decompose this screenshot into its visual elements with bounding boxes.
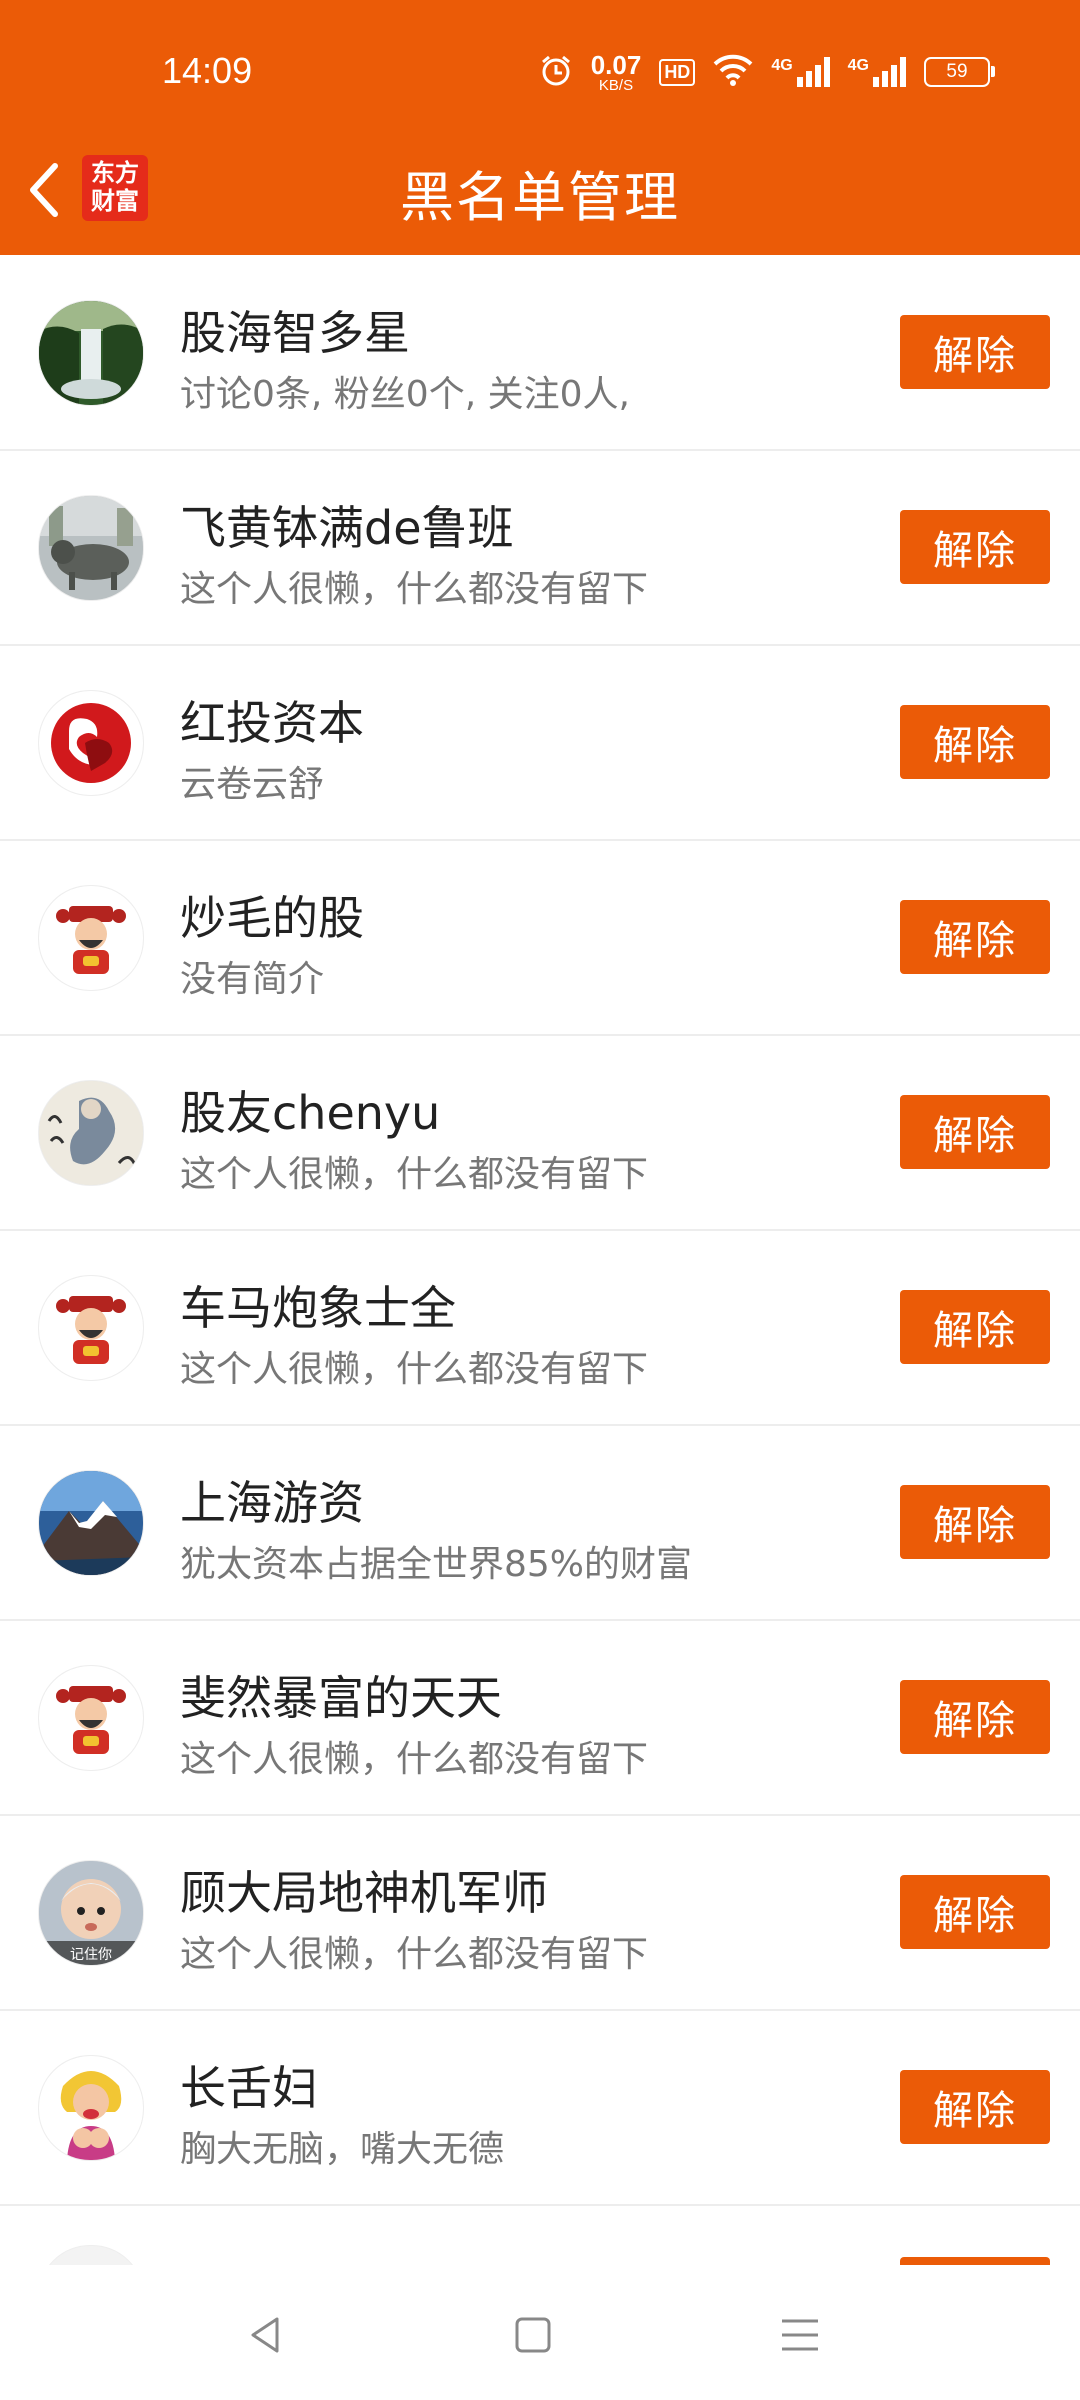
user-name: 炒毛的股 bbox=[180, 891, 364, 945]
square-home-icon bbox=[515, 2317, 551, 2353]
unblock-button[interactable]: 解除 bbox=[900, 1680, 1050, 1754]
avatar-snow-mountain bbox=[38, 1470, 144, 1576]
list-item: 红投资本 云卷云舒 解除 bbox=[0, 645, 1080, 841]
list-item: 车马炮象士全 这个人很懒，什么都没有留下 解除 bbox=[0, 1230, 1080, 1426]
user-name: 股友chenyu bbox=[180, 1086, 441, 1140]
user-description: 胸大无脑，嘴大无德 bbox=[180, 2129, 505, 2170]
user-name: 股海智多星 bbox=[180, 306, 410, 360]
user-name: 上海游资 bbox=[180, 1476, 364, 1530]
unblock-button[interactable]: 解除 bbox=[900, 705, 1050, 779]
user-name: 顾大局地神机军师 bbox=[180, 1866, 548, 1920]
user-description: 这个人很懒，什么都没有留下 bbox=[180, 1739, 649, 1780]
list-item: 炒毛的股 没有简介 解除 bbox=[0, 840, 1080, 1036]
unblock-button[interactable]: 解除 bbox=[900, 510, 1050, 584]
system-navigation-bar bbox=[0, 2265, 1080, 2400]
unblock-button[interactable]: 解除 bbox=[900, 1290, 1050, 1364]
nav-home-button[interactable] bbox=[503, 2305, 563, 2365]
user-name: 车马炮象士全 bbox=[180, 1281, 456, 1335]
list-item: 股友chenyu 这个人很懒，什么都没有留下 解除 bbox=[0, 1035, 1080, 1231]
alarm-icon bbox=[539, 53, 573, 92]
unblock-button[interactable]: 解除 bbox=[900, 1875, 1050, 1949]
user-description: 讨论0条, 粉丝0个, 关注0人, bbox=[180, 374, 630, 415]
user-name: 飞黄钵满de鲁班 bbox=[180, 501, 514, 555]
list-item: 股海智多星 讨论0条, 粉丝0个, 关注0人, 解除 bbox=[0, 255, 1080, 451]
network-speed: 0.07 KB/S bbox=[590, 49, 642, 94]
signal-icon-sim1: 4G bbox=[771, 57, 830, 87]
unblock-button[interactable]: 解除 bbox=[900, 1095, 1050, 1169]
avatar-cartoon-lady bbox=[38, 2055, 144, 2161]
avatar-caption: 记住你 bbox=[70, 1947, 112, 1963]
menu-lines-icon bbox=[782, 2319, 818, 2351]
blocked-user-list-continued: 车马炮象士全 这个人很懒，什么都没有留下 解除 上海游资 犹太资本占据全世界85… bbox=[0, 1230, 1080, 2240]
user-description: 这个人很懒，什么都没有留下 bbox=[180, 1934, 649, 1975]
avatar-fortune-god bbox=[38, 1665, 144, 1771]
list-item: 上海游资 犹太资本占据全世界85%的财富 解除 bbox=[0, 1425, 1080, 1621]
user-description: 这个人很懒，什么都没有留下 bbox=[180, 1154, 649, 1195]
nav-menu-button[interactable] bbox=[770, 2305, 830, 2365]
partial-button[interactable] bbox=[900, 2257, 1050, 2265]
user-description: 犹太资本占据全世界85%的财富 bbox=[180, 1544, 693, 1585]
list-item: 长舌妇 胸大无脑，嘴大无德 解除 bbox=[0, 2010, 1080, 2206]
blocked-user-list: 股海智多星 讨论0条, 粉丝0个, 关注0人, 解除 飞黄钵满de鲁班 这个人很… bbox=[0, 255, 1080, 1265]
avatar-bull-statue bbox=[38, 495, 144, 601]
status-icons: 0.07 KB/S HD 4G 4G 59 bbox=[539, 48, 995, 96]
user-description: 没有简介 bbox=[180, 959, 325, 1000]
page-title: 黑名单管理 bbox=[400, 166, 680, 229]
user-name: 红投资本 bbox=[180, 696, 364, 750]
hd-voice-icon: HD bbox=[659, 58, 696, 86]
nav-back-button[interactable] bbox=[235, 2305, 295, 2365]
user-description: 云卷云舒 bbox=[180, 764, 325, 805]
avatar-red-heart bbox=[38, 690, 144, 796]
status-time: 14:09 bbox=[162, 50, 253, 91]
avatar-fortune-god bbox=[38, 885, 144, 991]
app-header: 14:09 0.07 KB/S HD 4G 4G 59 东方 财富 黑名单管理 bbox=[0, 0, 1080, 255]
avatar-waterfall bbox=[38, 300, 144, 406]
list-item: 记住你 顾大局地神机军师 这个人很懒，什么都没有留下 解除 bbox=[0, 1815, 1080, 2011]
unblock-button[interactable]: 解除 bbox=[900, 315, 1050, 389]
user-description: 这个人很懒，什么都没有留下 bbox=[180, 569, 649, 610]
list-item: 斐然暴富的天天 这个人很懒，什么都没有留下 解除 bbox=[0, 1620, 1080, 1816]
user-description: 这个人很懒，什么都没有留下 bbox=[180, 1349, 649, 1390]
unblock-button[interactable]: 解除 bbox=[900, 2070, 1050, 2144]
avatar-ink-painting bbox=[38, 1080, 144, 1186]
user-name: 斐然暴富的天天 bbox=[180, 1671, 502, 1725]
user-name: 长舌妇 bbox=[180, 2061, 318, 2115]
triangle-back-icon bbox=[251, 2317, 279, 2353]
wifi-icon bbox=[713, 54, 753, 91]
unblock-button[interactable]: 解除 bbox=[900, 1485, 1050, 1559]
list-item: 飞黄钵满de鲁班 这个人很懒，什么都没有留下 解除 bbox=[0, 450, 1080, 646]
battery-icon: 59 bbox=[924, 57, 995, 87]
list-item-partial bbox=[0, 2205, 1080, 2265]
unblock-button[interactable]: 解除 bbox=[900, 900, 1050, 974]
signal-icon-sim2: 4G bbox=[848, 57, 906, 87]
avatar-baby-photo: 记住你 bbox=[38, 1860, 144, 1966]
partial-avatar bbox=[38, 2245, 144, 2265]
avatar-fortune-god bbox=[38, 1275, 144, 1381]
